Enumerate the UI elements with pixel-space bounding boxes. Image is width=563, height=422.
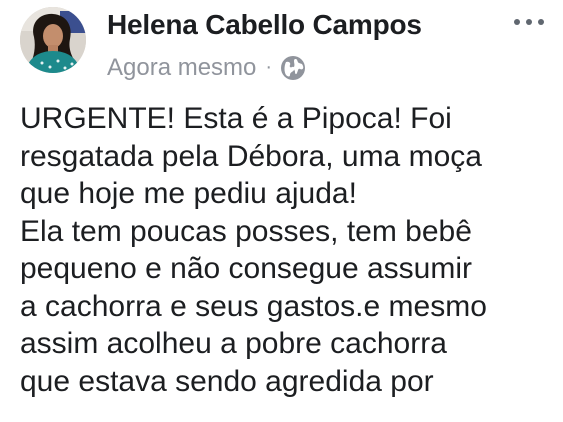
avatar[interactable] (20, 7, 86, 73)
post-timestamp[interactable]: Agora mesmo (107, 54, 256, 82)
author-name[interactable]: Helena Cabello Campos (107, 9, 422, 41)
globe-icon[interactable] (280, 55, 306, 81)
post-text-line: pequeno e não consegue assumir (20, 252, 472, 285)
post-text-line: resgatada pela Débora, uma moça (20, 139, 482, 173)
avatar-image (20, 7, 86, 73)
post-header: Helena Cabello Campos Agora mesmo · (0, 0, 563, 96)
post-text-line: que estava sendo agredida por (20, 364, 434, 398)
post-text-line: Ela tem poucas posses, tem bebê (20, 214, 472, 248)
post-text: URGENTE! Esta é a Pipoca! Foi resgatada … (20, 100, 556, 422)
post-text-line: que hoje me pediu ajuda! (20, 177, 357, 210)
post-text-line: assim acolheu a pobre cachorra (20, 327, 447, 360)
post-meta: Agora mesmo · (107, 53, 306, 83)
meta-separator: · (265, 55, 273, 78)
post-text-line: a cachorra e seus gastos.e mesmo (20, 289, 487, 323)
more-options-icon (514, 19, 544, 25)
post-text-line: URGENTE! Esta é a Pipoca! Foi (20, 102, 452, 135)
more-options-button[interactable] (511, 12, 547, 32)
